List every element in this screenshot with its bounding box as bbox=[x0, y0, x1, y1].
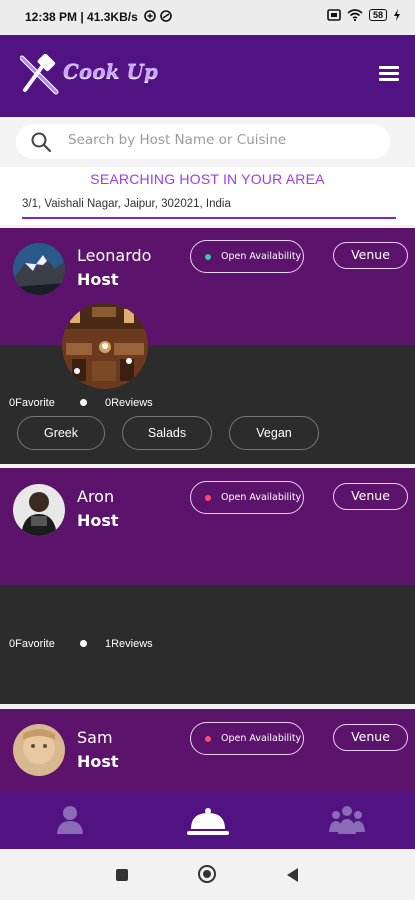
venue-button[interactable]: Venue bbox=[333, 242, 408, 269]
search-section bbox=[0, 117, 415, 167]
area-underline bbox=[22, 217, 396, 219]
recents-button[interactable] bbox=[116, 869, 128, 881]
community-icon bbox=[329, 806, 365, 834]
app-header: Cook Up bbox=[0, 35, 415, 117]
venue-button[interactable]: Venue bbox=[333, 724, 408, 751]
carousel-dot[interactable] bbox=[74, 368, 80, 374]
avatar[interactable] bbox=[13, 243, 65, 295]
avatar[interactable] bbox=[13, 484, 65, 536]
cuisine-tag[interactable]: Salads bbox=[122, 416, 212, 450]
avatar-image bbox=[13, 484, 65, 536]
host-card[interactable]: Leonardo Host Open Availability Venue 0F… bbox=[0, 228, 415, 464]
charging-icon bbox=[394, 9, 400, 21]
battery-icon: 58 bbox=[368, 9, 387, 21]
area-address[interactable]: 3/1, Vaishali Nagar, Jaipur, 302021, Ind… bbox=[22, 198, 231, 210]
cuisine-tag[interactable]: Vegan bbox=[229, 416, 319, 450]
sim-card-icon bbox=[327, 9, 341, 21]
search-input[interactable] bbox=[68, 132, 378, 148]
reviews-count[interactable]: 0Reviews bbox=[105, 397, 153, 409]
host-card-body bbox=[0, 585, 415, 704]
open-availability-button[interactable]: Open Availability bbox=[190, 722, 304, 755]
availability-status-dot bbox=[205, 736, 211, 742]
status-bar: 12:38 PM | 41.3KB/s 58 bbox=[0, 0, 415, 35]
host-role: Host bbox=[77, 270, 119, 289]
logo-text: Cook Up bbox=[63, 59, 158, 83]
open-availability-button[interactable]: Open Availability bbox=[190, 240, 304, 273]
reviews-count[interactable]: 1Reviews bbox=[105, 638, 153, 650]
host-card[interactable]: Aron Host Open Availability Venue 0Favor… bbox=[0, 468, 415, 704]
home-inner-dot bbox=[203, 870, 211, 878]
wifi-icon bbox=[347, 9, 363, 21]
bottom-navigation bbox=[0, 792, 415, 849]
host-role: Host bbox=[77, 752, 119, 771]
nav-hosts[interactable] bbox=[186, 802, 230, 840]
favorites-count: 0Favorite bbox=[9, 638, 55, 650]
favorites-count: 0Favorite bbox=[9, 397, 55, 409]
avatar-image bbox=[13, 243, 65, 295]
home-button[interactable] bbox=[198, 865, 216, 883]
nav-profile[interactable] bbox=[50, 802, 90, 840]
stats-separator-dot bbox=[80, 640, 87, 647]
carousel-dot[interactable] bbox=[102, 343, 108, 349]
availability-status-dot bbox=[205, 495, 211, 501]
host-name: Leonardo bbox=[77, 246, 152, 265]
host-name: Sam bbox=[77, 728, 113, 747]
notification-icons bbox=[144, 10, 172, 22]
profile-icon bbox=[57, 806, 83, 834]
availability-status-dot bbox=[205, 254, 211, 260]
host-name: Aron bbox=[77, 487, 115, 506]
system-navigation-bar bbox=[0, 849, 415, 900]
area-title: SEARCHING HOST IN YOUR AREA bbox=[90, 171, 325, 187]
status-right: 58 bbox=[327, 9, 401, 21]
back-button[interactable] bbox=[285, 867, 299, 883]
cuisine-tag[interactable]: Greek bbox=[17, 416, 105, 450]
host-card[interactable]: Sam Host Open Availability Venue bbox=[0, 709, 415, 792]
area-section: SEARCHING HOST IN YOUR AREA 3/1, Vaishal… bbox=[0, 167, 415, 225]
avatar[interactable] bbox=[13, 724, 65, 776]
search-box[interactable] bbox=[16, 124, 390, 159]
search-icon bbox=[31, 132, 52, 153]
open-availability-button[interactable]: Open Availability bbox=[190, 481, 304, 514]
avatar-image bbox=[13, 724, 65, 776]
status-time-speed: 12:38 PM | 41.3KB/s bbox=[25, 10, 176, 24]
carousel-dot[interactable] bbox=[126, 358, 132, 364]
nav-community[interactable] bbox=[327, 802, 367, 840]
venue-photo-carousel[interactable] bbox=[62, 303, 148, 389]
stats-separator-dot bbox=[80, 399, 87, 406]
cloche-icon bbox=[187, 808, 229, 835]
host-role: Host bbox=[77, 511, 119, 530]
venue-button[interactable]: Venue bbox=[333, 483, 408, 510]
hamburger-menu-icon[interactable] bbox=[379, 66, 399, 82]
